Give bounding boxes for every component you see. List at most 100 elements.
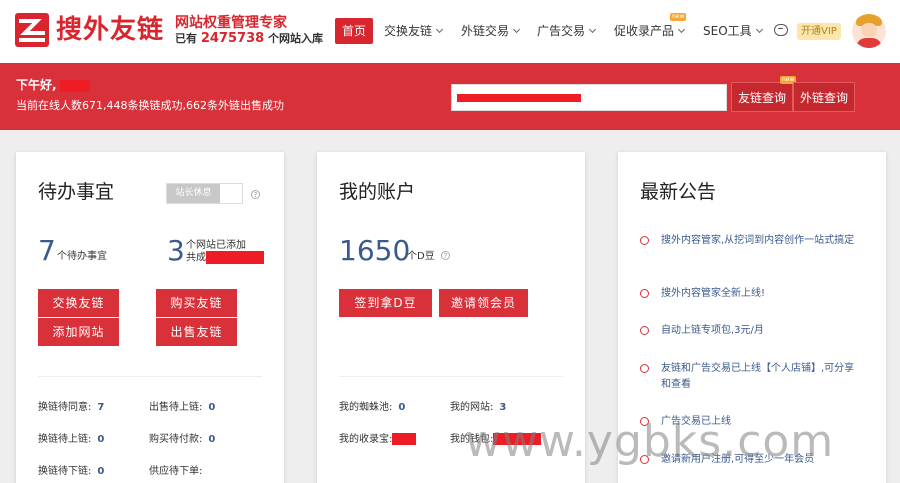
webmaster-rest-toggle[interactable]: 站长休息 <box>166 183 243 204</box>
notice-text: 友链和广告交易已上线【个人店铺】,可分享和查看 <box>661 363 855 390</box>
divider <box>38 376 262 377</box>
toggle-label: 站长休息 <box>167 184 220 203</box>
nav-exchange-links-label: 交换友链 <box>384 24 433 38</box>
logo-icon[interactable] <box>15 13 49 47</box>
brand-name[interactable]: 搜外友链 <box>56 12 164 48</box>
stat-value: 0 <box>208 434 216 445</box>
nav-ad-trade[interactable]: 广告交易 <box>537 18 597 44</box>
help-icon[interactable]: ? <box>441 251 450 260</box>
stat-label: 我的收录宝: <box>339 434 393 445</box>
notice-text: 自动上链专项包,3元/月 <box>661 325 764 336</box>
sites-label-line2-text: 共成 <box>186 252 206 264</box>
chat-icon[interactable] <box>774 24 788 36</box>
add-site-button[interactable]: 添加网站 <box>38 318 119 346</box>
friend-link-lookup-button[interactable]: 友链查询 new <box>731 76 797 112</box>
notice-text: 搜外内容管家,从挖词到内容创作一站式搞定 <box>661 235 855 246</box>
backlink-lookup-button[interactable]: 外链查询 <box>793 82 856 112</box>
chevron-down-icon <box>755 25 763 34</box>
site-count-suffix: 个网站入库 <box>268 32 324 45</box>
circle-icon <box>640 364 649 373</box>
avatar[interactable] <box>852 14 886 48</box>
chevron-down-icon <box>435 25 444 34</box>
avatar-shirt <box>856 38 882 48</box>
redacted-value <box>206 251 264 264</box>
stat-label: 出售待上链: <box>149 402 203 413</box>
notice-item[interactable]: 自动上链专项包,3元/月 <box>640 323 860 339</box>
stat-label: 我的网站: <box>450 402 494 413</box>
stat-exchange-pending-upload[interactable]: 换链待上链: 0 <box>38 433 104 447</box>
stat-value: 3 <box>499 402 507 413</box>
nav-backlink-trade[interactable]: 外链交易 <box>461 18 521 44</box>
stat-sell-pending-upload[interactable]: 出售待上链: 0 <box>149 401 215 415</box>
stat-buy-pending-payment[interactable]: 购买待付款: 0 <box>149 433 215 447</box>
greeting: 下午好, <box>16 77 90 93</box>
stat-label: 换链待下链: <box>38 466 92 477</box>
stat-indexing-treasure[interactable]: 我的收录宝: <box>339 433 417 447</box>
stat-exchange-pending-approval[interactable]: 换链待同意: 7 <box>38 401 104 415</box>
chevron-down-icon <box>512 25 521 34</box>
site-count-value: 2475738 <box>200 31 265 46</box>
stat-label: 换链待同意: <box>38 402 92 413</box>
pending-label: 个待办事宜 <box>57 251 107 262</box>
exchange-links-button[interactable]: 交换友链 <box>38 289 119 317</box>
nav-seo-tools[interactable]: SEO工具 <box>703 18 763 44</box>
greeting-text: 下午好, <box>16 78 57 92</box>
nav-indexing-products-label: 促收录产品 <box>614 24 675 38</box>
stat-value: 0 <box>97 466 105 477</box>
top-navbar: 搜外友链 网站权重管理专家 已有 2475738 个网站入库 首页 交换友链 外… <box>0 0 900 63</box>
redacted-username <box>59 79 90 92</box>
account-card-title: 我的账户 <box>339 181 416 203</box>
vip-button[interactable]: 开通VIP <box>797 23 841 40</box>
sites-label-line2: 共成 <box>186 251 264 265</box>
d-bean-balance: 1650 <box>339 234 411 267</box>
notice-item[interactable]: 搜外内容管家全新上线! <box>640 286 860 302</box>
buy-links-button[interactable]: 购买友链 <box>156 289 237 317</box>
stat-value: 0 <box>398 402 406 413</box>
help-icon[interactable]: ? <box>251 190 260 199</box>
checkin-button[interactable]: 签到拿D豆 <box>339 289 432 317</box>
notice-item[interactable]: 搜外内容管家,从挖词到内容创作一站式搞定 <box>640 233 860 249</box>
nav-ad-trade-label: 广告交易 <box>537 24 586 38</box>
site-count-text: 已有 2475738 个网站入库 <box>175 32 323 46</box>
notice-text: 搜外内容管家全新上线! <box>661 288 766 299</box>
watermark: www.ygbks.com <box>465 416 835 467</box>
nav-home[interactable]: 首页 <box>335 18 374 44</box>
circle-icon <box>640 326 649 335</box>
stat-supply-pending-order[interactable]: 供应待下单: <box>149 465 208 479</box>
invite-member-button[interactable]: 邀请领会员 <box>439 289 528 317</box>
stat-label: 购买待付款: <box>149 434 203 445</box>
nav-seo-tools-label: SEO工具 <box>703 24 752 38</box>
circle-icon <box>640 289 649 298</box>
pending-count[interactable]: 7 <box>38 235 56 267</box>
stat-spider-pool[interactable]: 我的蜘蛛池: 0 <box>339 401 405 415</box>
redacted-value <box>392 433 417 445</box>
stat-label: 我的蜘蛛池: <box>339 402 393 413</box>
welcome-banner: 下午好, 当前在线人数671,448条换链成功,662条外链出售成功 友链查询 … <box>0 63 900 130</box>
nav-exchange-links[interactable]: 交换友链 <box>384 18 444 44</box>
sell-links-button[interactable]: 出售友链 <box>156 318 237 346</box>
notice-card-title: 最新公告 <box>640 181 717 203</box>
stat-label: 换链待上链: <box>38 434 92 445</box>
nav-backlink-trade-label: 外链交易 <box>461 24 510 38</box>
todo-card-title: 待办事宜 <box>38 181 115 203</box>
new-badge: new <box>670 13 687 21</box>
chevron-down-icon <box>677 25 686 34</box>
friend-link-lookup-label: 友链查询 <box>738 91 787 105</box>
avatar-face <box>861 23 877 37</box>
divider <box>339 376 563 377</box>
notice-item[interactable]: 友链和广告交易已上线【个人店铺】,可分享和查看 <box>640 361 860 393</box>
redacted-input-value <box>457 94 581 102</box>
site-count-prefix: 已有 <box>175 32 197 45</box>
stat-my-sites[interactable]: 我的网站: 3 <box>450 401 506 415</box>
d-bean-unit: 个D豆 <box>407 251 435 262</box>
nav-indexing-products[interactable]: 促收录产品 new <box>614 13 687 44</box>
sites-count[interactable]: 3 <box>167 235 185 267</box>
domain-search-input[interactable] <box>451 84 727 111</box>
circle-icon <box>640 236 649 245</box>
online-status: 当前在线人数671,448条换链成功,662条外链出售成功 <box>16 99 284 112</box>
stat-value: 0 <box>97 434 105 445</box>
todo-card: 待办事宜 站长休息 ? 7 个待办事宜 3 个网站已添加 共成 交换友链 购买友… <box>16 152 284 483</box>
stat-exchange-pending-removal[interactable]: 换链待下链: 0 <box>38 465 104 479</box>
brand-slogan: 网站权重管理专家 <box>175 15 287 31</box>
stat-label: 供应待下单: <box>149 466 203 477</box>
